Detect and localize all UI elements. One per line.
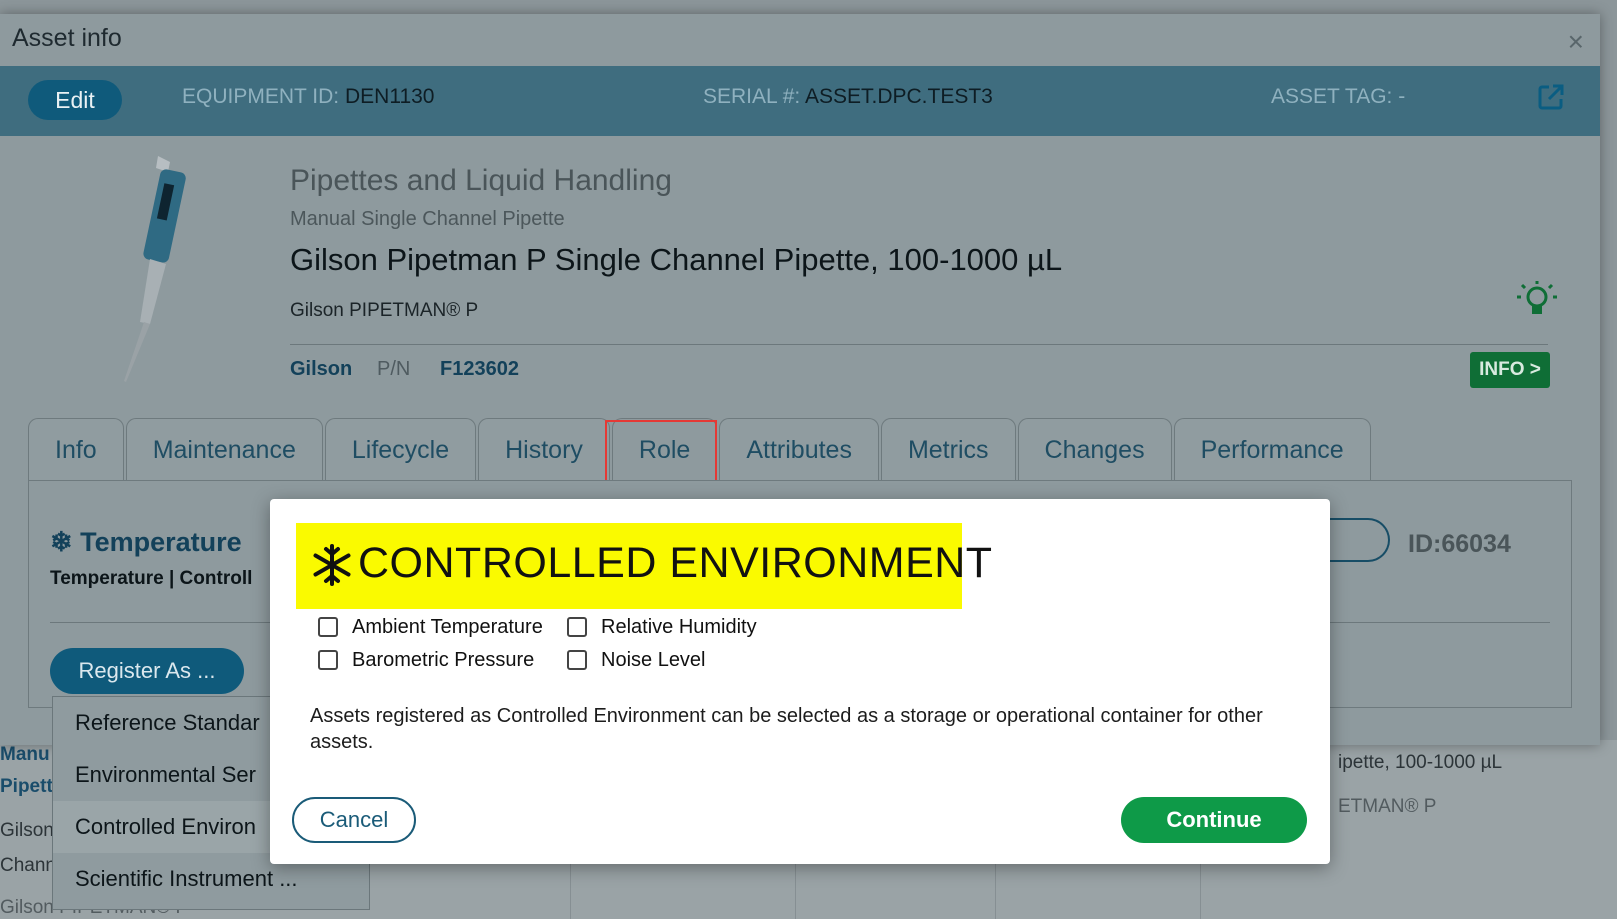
checkbox-barometric-pressure[interactable]: Barometric Pressure	[318, 648, 534, 672]
checkbox-label: Relative Humidity	[601, 615, 757, 638]
lightbulb-icon[interactable]	[1515, 280, 1559, 320]
asset-title: Gilson Pipetman P Single Channel Pipette…	[290, 242, 1063, 277]
tab-changes[interactable]: Changes	[1017, 418, 1172, 480]
checkbox[interactable]	[318, 650, 338, 670]
window-title: Asset info	[12, 24, 122, 52]
equipment-id: EQUIPMENT ID: DEN1130	[182, 85, 434, 109]
serial-value: ASSET.DPC.TEST3	[804, 85, 993, 108]
dialog-banner: CONTROLLED ENVIRONMENT	[296, 523, 992, 609]
divider	[290, 344, 1548, 345]
controlled-environment-dialog: CONTROLLED ENVIRONMENT Ambient Temperatu…	[270, 499, 1330, 864]
serial-label: SERIAL #:	[703, 85, 801, 108]
checkbox[interactable]	[318, 617, 338, 637]
background-text: Manu	[0, 744, 50, 765]
checkbox[interactable]	[567, 617, 587, 637]
tab-attributes[interactable]: Attributes	[719, 418, 879, 480]
manufacturer-link[interactable]: Gilson	[290, 358, 352, 381]
info-button[interactable]: INFO >	[1470, 352, 1550, 388]
background-text: Gilson	[0, 820, 54, 841]
dialog-description: Assets registered as Controlled Environm…	[310, 705, 1263, 753]
equipment-id-label: EQUIPMENT ID:	[182, 85, 340, 108]
background-text: Chann	[0, 855, 56, 876]
register-as-button[interactable]: Register As ...	[50, 648, 244, 694]
close-icon[interactable]: ×	[1568, 26, 1584, 58]
tab-maintenance[interactable]: Maintenance	[125, 418, 323, 480]
part-number-label: P/N	[377, 358, 411, 380]
checkbox-label: Barometric Pressure	[352, 648, 535, 671]
tab-info[interactable]: Info	[28, 418, 124, 480]
asset-header: Pipettes and Liquid Handling Manual Sing…	[0, 136, 1600, 416]
asset-model: Gilson PIPETMAN® P	[290, 300, 479, 321]
checkbox-label: Noise Level	[601, 648, 706, 671]
cancel-button[interactable]: Cancel	[292, 797, 416, 843]
checkbox-noise-level[interactable]: Noise Level	[567, 648, 706, 672]
tab-metrics[interactable]: Metrics	[880, 418, 1016, 480]
asset-category: Pipettes and Liquid Handling	[290, 164, 672, 197]
asset-subcategory: Manual Single Channel Pipette	[290, 208, 565, 230]
asset-tag: ASSET TAG: -	[1271, 85, 1405, 109]
asset-tag-label: ASSET TAG:	[1271, 85, 1393, 108]
tab-history[interactable]: History	[478, 418, 610, 480]
window-titlebar: Asset info ×	[0, 14, 1600, 66]
asset-id-bar: Edit EQUIPMENT ID: DEN1130 SERIAL #: ASS…	[0, 66, 1600, 136]
pipette-image	[124, 156, 186, 382]
part-number-link[interactable]: F123602	[440, 358, 519, 381]
snowflake-icon	[313, 544, 351, 586]
dialog-title: CONTROLLED ENVIRONMENT	[358, 539, 993, 587]
checkbox-ambient-temperature[interactable]: Ambient Temperature	[318, 615, 543, 639]
asset-tag-value: -	[1398, 85, 1406, 108]
checkbox[interactable]	[567, 650, 587, 670]
equipment-id-value: DEN1130	[344, 85, 435, 108]
background-text: ipette, 100-1000 µL	[1338, 752, 1503, 773]
tab-performance[interactable]: Performance	[1173, 418, 1371, 480]
edit-button[interactable]: Edit	[28, 80, 122, 120]
snowflake-icon: ❄	[50, 527, 73, 557]
external-link-icon[interactable]	[1536, 82, 1566, 112]
background-text: Pipett	[0, 776, 53, 797]
serial-number: SERIAL #: ASSET.DPC.TEST3	[703, 85, 993, 109]
role-title-text: Temperature	[80, 527, 242, 557]
tab-lifecycle[interactable]: Lifecycle	[324, 418, 477, 480]
checkbox-label: Ambient Temperature	[352, 615, 543, 638]
background-text: ETMAN® P	[1338, 796, 1437, 817]
role-id: ID:66034	[1408, 530, 1511, 558]
role-subtitle: Temperature | Controll	[50, 568, 253, 589]
role-title: ❄ Temperature	[50, 527, 242, 558]
continue-button[interactable]: Continue	[1121, 797, 1307, 843]
checkbox-relative-humidity[interactable]: Relative Humidity	[567, 615, 757, 639]
